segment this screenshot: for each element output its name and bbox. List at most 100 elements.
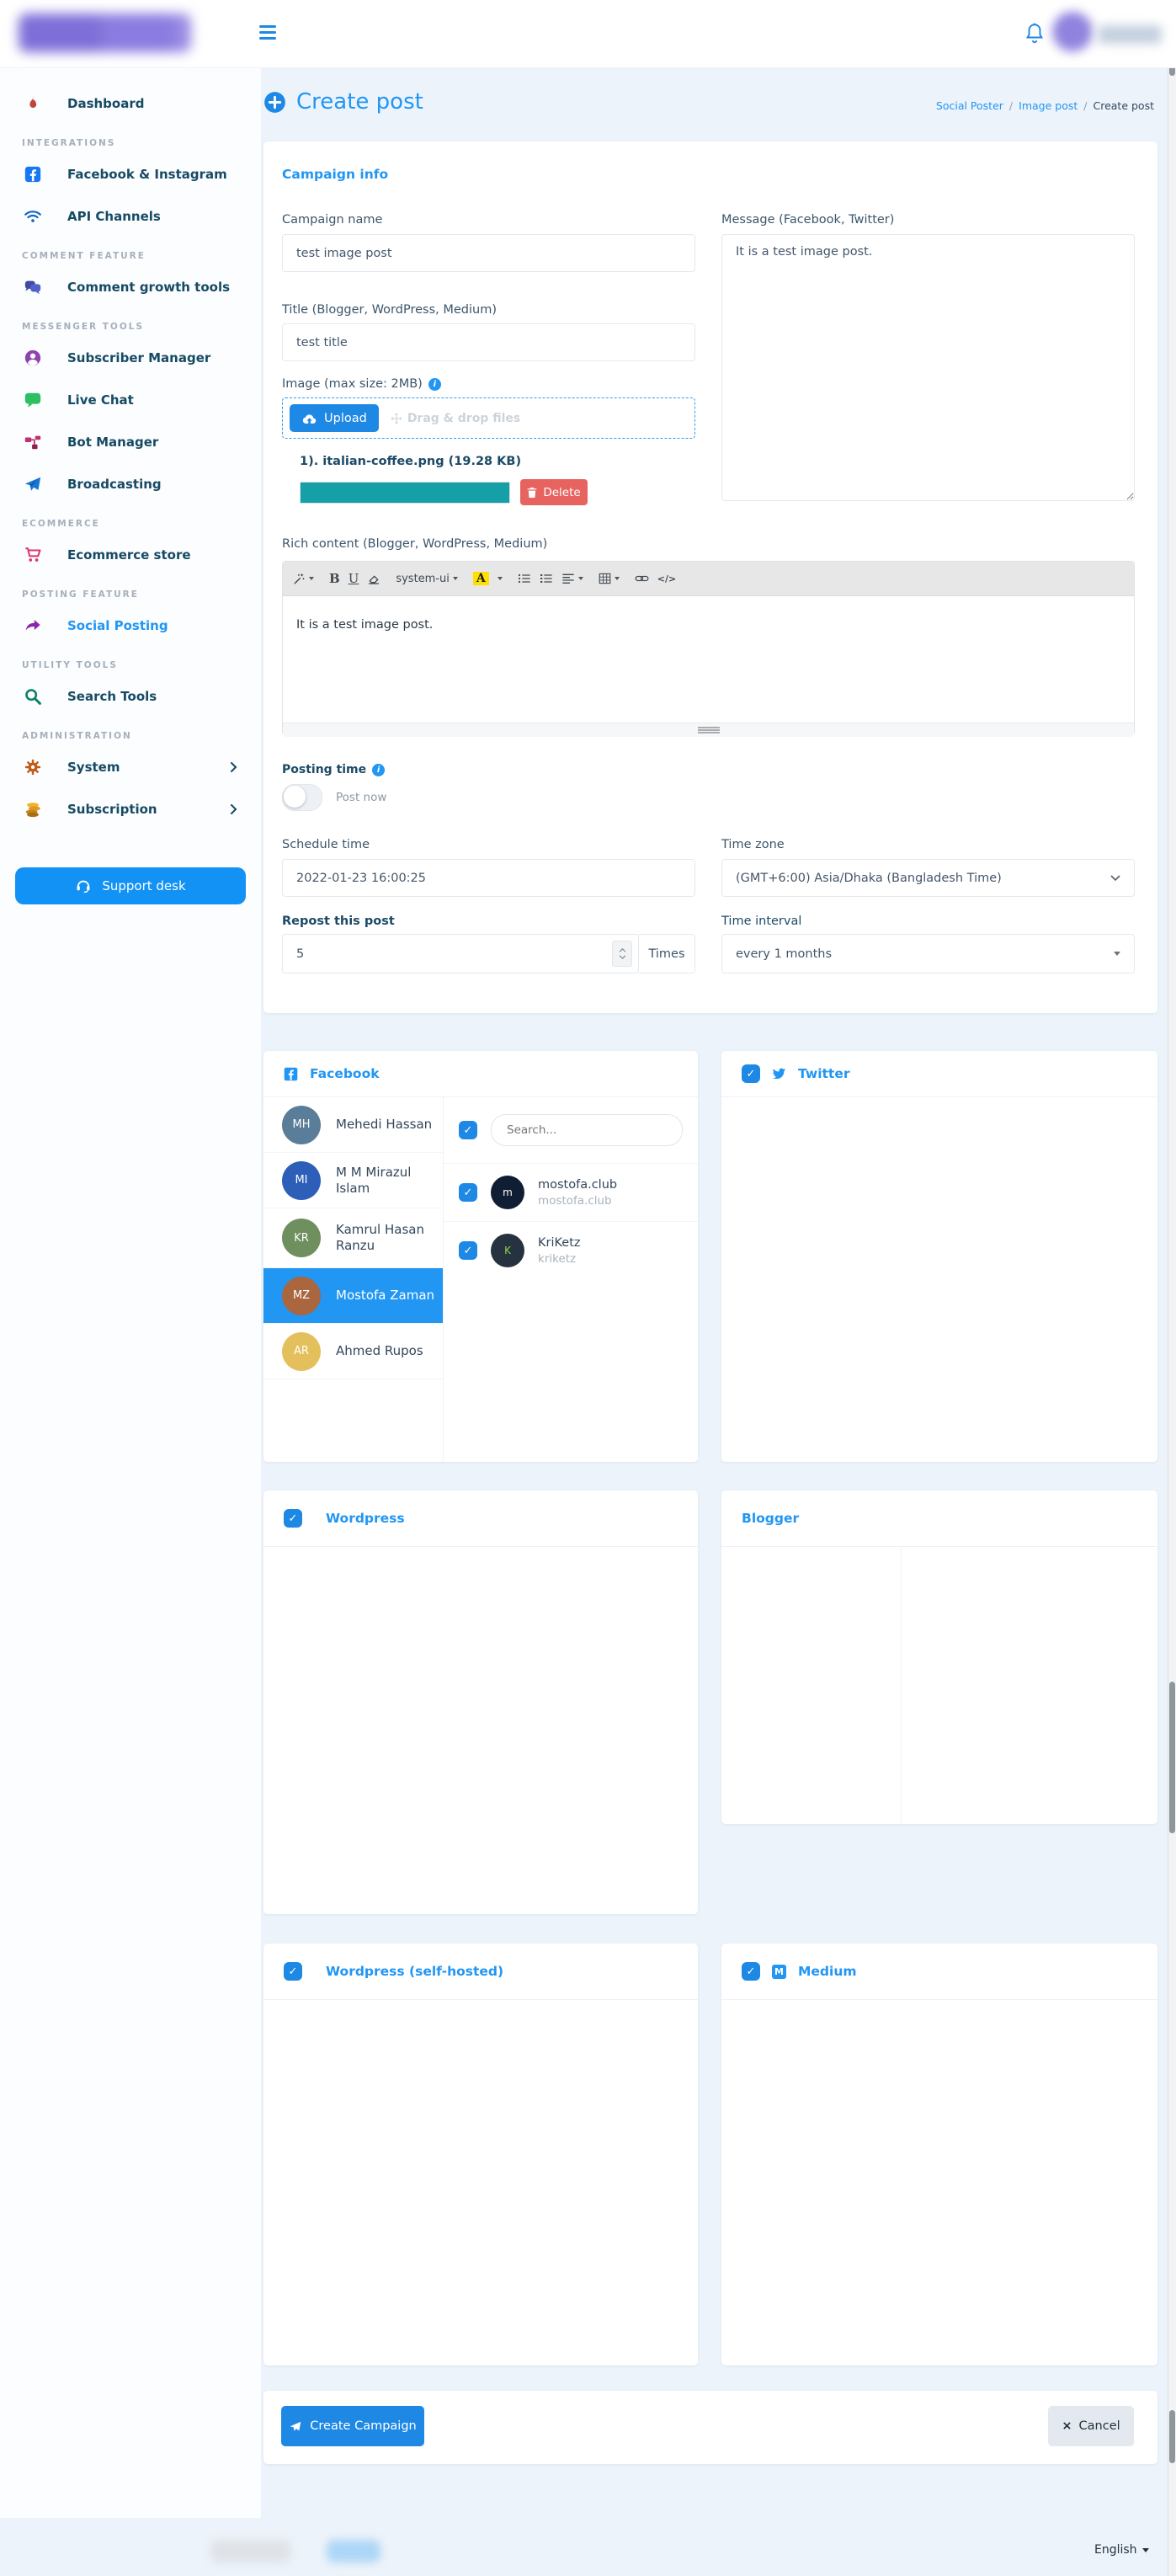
facebook-account-row[interactable]: KR Kamrul Hasan Ranzu: [263, 1208, 443, 1268]
editor-resize-handle[interactable]: [283, 723, 1134, 737]
code-view-button[interactable]: </>: [657, 573, 676, 584]
font-family-dropdown[interactable]: system-ui: [396, 573, 458, 585]
ordered-list-button[interactable]: [540, 573, 553, 584]
sidebar-item-label: Subscription: [67, 802, 157, 817]
facebook-page-row[interactable]: ✓ m mostofa.club mostofa.club: [444, 1164, 698, 1222]
message-textarea[interactable]: It is a test image post.: [721, 234, 1135, 501]
medium-card-title: Medium: [798, 1964, 857, 1979]
wand-icon: [293, 573, 306, 585]
twitter-icon: [772, 1068, 786, 1080]
table-dropdown[interactable]: [599, 573, 620, 584]
breadcrumb-link-social-poster[interactable]: Social Poster: [936, 99, 1003, 112]
move-icon: [391, 413, 402, 424]
schedule-time-input[interactable]: [282, 859, 695, 897]
repost-count-input[interactable]: [282, 934, 639, 973]
scrollbar-thumb[interactable]: [1169, 2410, 1175, 2463]
underline-button[interactable]: U: [349, 571, 359, 586]
flowchart-icon: [22, 432, 44, 452]
info-icon[interactable]: i: [428, 378, 441, 391]
delete-file-button[interactable]: Delete: [520, 479, 588, 505]
sidebar-item-social-posting[interactable]: Social Posting: [0, 605, 261, 647]
page-title: Create post: [263, 89, 423, 115]
title-input[interactable]: [282, 323, 695, 361]
facebook-account-row[interactable]: MH Mehedi Hassan: [263, 1097, 443, 1153]
editor-content[interactable]: It is a test image post.: [283, 596, 1134, 723]
link-button[interactable]: [635, 573, 649, 584]
medium-checkbox[interactable]: ✓: [742, 1962, 760, 1981]
blogger-card-title: Blogger: [742, 1511, 799, 1526]
sidebar-item-live-chat[interactable]: Live Chat: [0, 379, 261, 421]
user-name[interactable]: [1098, 25, 1162, 44]
time-interval-select[interactable]: every 1 months: [721, 934, 1135, 973]
notification-bell-icon[interactable]: [1024, 22, 1046, 45]
info-icon[interactable]: i: [372, 764, 385, 776]
paragraph-align-dropdown[interactable]: [561, 573, 583, 584]
page-scrollbar[interactable]: [1168, 0, 1176, 2576]
breadcrumb-link-image-post[interactable]: Image post: [1019, 99, 1078, 112]
avatar: MH: [282, 1106, 321, 1144]
select-all-pages-checkbox[interactable]: ✓: [459, 1121, 477, 1139]
wordpress-self-hosted-checkbox[interactable]: ✓: [284, 1962, 302, 1981]
page-checkbox[interactable]: ✓: [459, 1183, 477, 1202]
facebook-account-row-selected[interactable]: MZ Mostofa Zaman: [263, 1268, 443, 1324]
page-checkbox[interactable]: ✓: [459, 1241, 477, 1260]
sidebar-item-facebook-instagram[interactable]: Facebook & Instagram: [0, 153, 261, 195]
facebook-page-row[interactable]: ✓ K KriKetz kriketz: [444, 1222, 698, 1279]
twitter-checkbox[interactable]: ✓: [742, 1064, 760, 1083]
number-stepper[interactable]: [612, 941, 632, 967]
font-color-caret[interactable]: [498, 577, 503, 580]
post-now-toggle[interactable]: [282, 784, 322, 811]
sidebar-item-label: Dashboard: [67, 96, 144, 111]
hamburger-menu-icon[interactable]: [259, 25, 276, 43]
user-avatar[interactable]: [1052, 12, 1093, 52]
sidebar: Dashboard INTEGRATIONS Facebook & Instag…: [0, 67, 261, 2518]
magic-style-button[interactable]: [293, 573, 314, 585]
create-campaign-button[interactable]: Create Campaign: [281, 2406, 424, 2446]
sidebar-item-search-tools[interactable]: Search Tools: [0, 675, 261, 717]
wordpress-checkbox[interactable]: ✓: [284, 1509, 302, 1528]
sidebar-item-api-channels[interactable]: API Channels: [0, 195, 261, 237]
eraser-button[interactable]: [367, 573, 380, 584]
bold-button[interactable]: B: [329, 571, 340, 586]
timezone-select[interactable]: (GMT+6:00) Asia/Dhaka (Bangladesh Time): [721, 859, 1135, 897]
flame-icon: [22, 93, 44, 114]
uploaded-file-name: 1). italian-coffee.png (19.28 KB): [300, 455, 521, 468]
facebook-account-list: MH Mehedi Hassan MI M M Mirazul Islam KR…: [263, 1097, 444, 1462]
chat-bubble-icon: [22, 390, 44, 410]
headset-icon: [75, 877, 92, 894]
sidebar-item-system[interactable]: System: [0, 746, 261, 788]
twitter-card-title: Twitter: [798, 1066, 849, 1081]
sidebar-item-subscriber-manager[interactable]: Subscriber Manager: [0, 337, 261, 379]
sidebar-item-comment-growth-tools[interactable]: Comment growth tools: [0, 266, 261, 308]
campaign-info-heading: Campaign info: [282, 167, 388, 182]
facebook-account-row[interactable]: MI M M Mirazul Islam: [263, 1153, 443, 1208]
facebook-page-pane: ✓ ✓ m mostofa.club mostofa.club ✓ K KriK…: [444, 1097, 698, 1462]
sidebar-item-bot-manager[interactable]: Bot Manager: [0, 421, 261, 463]
language-selector[interactable]: English: [1094, 2543, 1149, 2557]
sidebar-item-broadcasting[interactable]: Broadcasting: [0, 463, 261, 505]
page-search-input[interactable]: [492, 1123, 682, 1137]
sidebar-item-label: Ecommerce store: [67, 547, 191, 563]
image-dropzone[interactable]: Upload Drag & drop files: [282, 397, 695, 439]
campaign-info-card: Campaign info Campaign name Message (Fac…: [263, 141, 1157, 1013]
upload-button[interactable]: Upload: [290, 404, 379, 432]
wordpress-self-hosted-card: ✓ Wordpress (self-hosted): [263, 1944, 698, 2365]
repost-label: Repost this post: [282, 915, 395, 928]
scrollbar-thumb[interactable]: [1169, 1682, 1175, 1833]
facebook-account-row[interactable]: AR Ahmed Rupos: [263, 1324, 443, 1379]
post-now-label: Post now: [336, 791, 386, 804]
image-label: Image (max size: 2MB): [282, 377, 423, 391]
support-desk-button[interactable]: Support desk: [15, 867, 246, 904]
blogger-content-pane: [902, 1547, 1157, 1824]
sidebar-item-label: System: [67, 760, 120, 775]
sidebar-item-dashboard[interactable]: Dashboard: [0, 83, 261, 125]
sidebar-item-ecommerce-store[interactable]: Ecommerce store: [0, 534, 261, 576]
campaign-name-input[interactable]: [282, 234, 695, 272]
rich-content-label: Rich content (Blogger, WordPress, Medium…: [282, 537, 547, 551]
unordered-list-button[interactable]: [518, 573, 531, 584]
sidebar-item-subscription[interactable]: Subscription: [0, 788, 261, 830]
sidebar-item-label: Comment growth tools: [67, 280, 230, 295]
cancel-button[interactable]: × Cancel: [1048, 2406, 1134, 2446]
font-color-button[interactable]: A: [473, 572, 489, 585]
cart-icon: [22, 545, 44, 565]
